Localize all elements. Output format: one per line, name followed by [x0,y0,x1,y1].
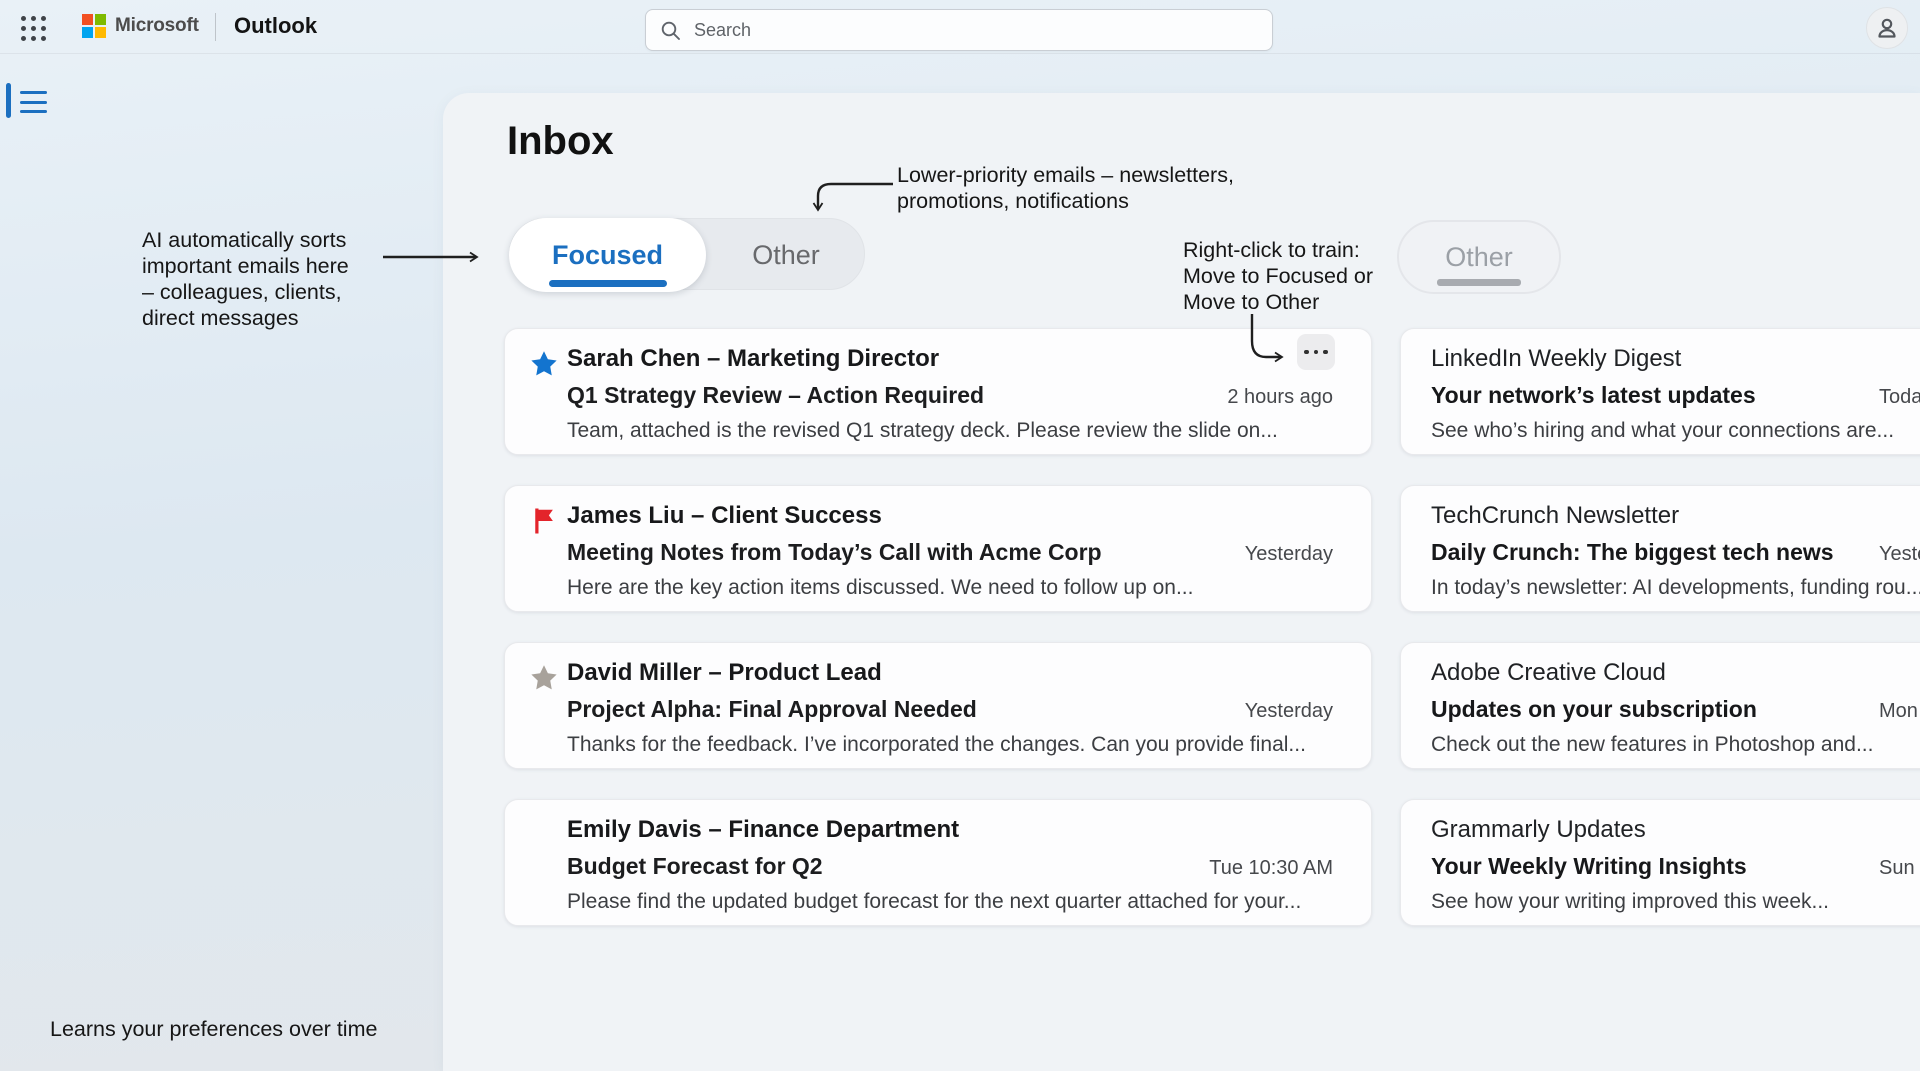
account-button[interactable] [1866,7,1908,49]
sender-text: TechCrunch Newsletter [1431,502,1679,530]
time-text: Yesterday [1879,543,1920,566]
time-text: Today [1879,386,1920,409]
other-column-indicator [1437,279,1521,286]
annotation-footer-note: Learns your preferences over time [50,1016,377,1042]
microsoft-logo: Microsoft [82,14,199,38]
search-input[interactable] [645,9,1273,51]
sender-text: Emily Davis – Finance Department [567,816,959,844]
preview-text: Please find the updated budget forecast … [567,890,1301,914]
app-launcher-icon [21,16,46,41]
other-column-header-tab[interactable]: Other [1397,220,1561,294]
star-icon[interactable] [529,663,559,693]
subject-text: Q1 Strategy Review – Action Required [567,382,984,409]
tab-focused-label: Focused [552,240,663,271]
menu-toggle-button[interactable] [20,89,48,115]
outlook-window: Microsoft Outlook Inbox Focused Other [0,0,1920,1071]
sender-text: Adobe Creative Cloud [1431,659,1666,687]
email-row-sarah-chen[interactable]: Sarah Chen – Marketing Director Q1 Strat… [504,328,1372,455]
app-launcher-button[interactable] [14,11,52,45]
other-column-label: Other [1445,242,1513,273]
subject-text: Meeting Notes from Today’s Call with Acm… [567,539,1102,566]
annotation-train-note: Right-click to train: Move to Focused or… [1183,237,1373,315]
star-icon[interactable] [529,349,559,379]
subject-text: Your Weekly Writing Insights [1431,853,1747,880]
subject-text: Daily Crunch: The biggest tech news [1431,539,1834,566]
sender-text: James Liu – Client Success [567,502,882,530]
subject-text: Project Alpha: Final Approval Needed [567,696,977,723]
email-row-linkedin[interactable]: LinkedIn Weekly Digest Your network’s la… [1400,328,1920,455]
email-row-grammarly[interactable]: Grammarly Updates Your Weekly Writing In… [1400,799,1920,926]
preview-text: Thanks for the feedback. I’ve incorporat… [567,733,1306,757]
preview-text: Here are the key action items discussed.… [567,576,1193,600]
time-text: Tue 10:30 AM [1209,857,1333,880]
annotation-focused-note: AI automatically sorts important emails … [142,227,349,331]
flag-icon[interactable] [529,506,559,536]
email-row-emily-davis[interactable]: Emily Davis – Finance Department Budget … [504,799,1372,926]
subject-text: Updates on your subscription [1431,696,1757,723]
preview-text: See how your writing improved this week.… [1431,890,1829,914]
email-row-adobe[interactable]: Adobe Creative Cloud Updates on your sub… [1400,642,1920,769]
sender-text: LinkedIn Weekly Digest [1431,345,1681,373]
tab-focused-active-indicator [549,280,667,287]
sender-text: Sarah Chen – Marketing Director [567,345,939,373]
top-bar: Microsoft Outlook [0,0,1920,54]
microsoft-logo-icon [82,14,106,38]
subject-text: Budget Forecast for Q2 [567,853,823,880]
subject-text: Your network’s latest updates [1431,382,1756,409]
preview-text: See who’s hiring and what your connectio… [1431,419,1894,443]
tab-focused[interactable]: Focused [509,218,706,292]
tab-other[interactable]: Other [706,219,866,291]
email-row-david-miller[interactable]: David Miller – Product Lead Project Alph… [504,642,1372,769]
sender-text: David Miller – Product Lead [567,659,882,687]
preview-text: Team, attached is the revised Q1 strateg… [567,419,1278,443]
nav-selection-accent [6,83,11,118]
time-text: 2 hours ago [1227,386,1333,409]
time-text: Sun [1879,857,1915,880]
product-name: Outlook [234,13,317,39]
time-text: Mon [1879,700,1918,723]
hamburger-icon [20,91,47,94]
preview-text: In today’s newsletter: AI developments, … [1431,576,1920,600]
time-text: Yesterday [1245,543,1333,566]
email-row-techcrunch[interactable]: TechCrunch Newsletter Daily Crunch: The … [1400,485,1920,612]
annotation-other-note: Lower-priority emails – newsletters, pro… [897,162,1234,214]
more-options-button[interactable] [1297,334,1335,370]
preview-text: Check out the new features in Photoshop … [1431,733,1873,757]
time-text: Yesterday [1245,700,1333,723]
sender-text: Grammarly Updates [1431,816,1646,844]
inbox-panel: Inbox Focused Other Other Sarah Chen – M… [443,93,1920,1071]
email-row-james-liu[interactable]: James Liu – Client Success Meeting Notes… [504,485,1372,612]
person-icon [1874,15,1900,41]
focused-other-tabs: Focused Other [509,218,865,290]
microsoft-wordmark: Microsoft [115,15,199,37]
topbar-divider [215,13,216,41]
ellipsis-icon [1304,350,1309,355]
page-title: Inbox [507,119,614,164]
